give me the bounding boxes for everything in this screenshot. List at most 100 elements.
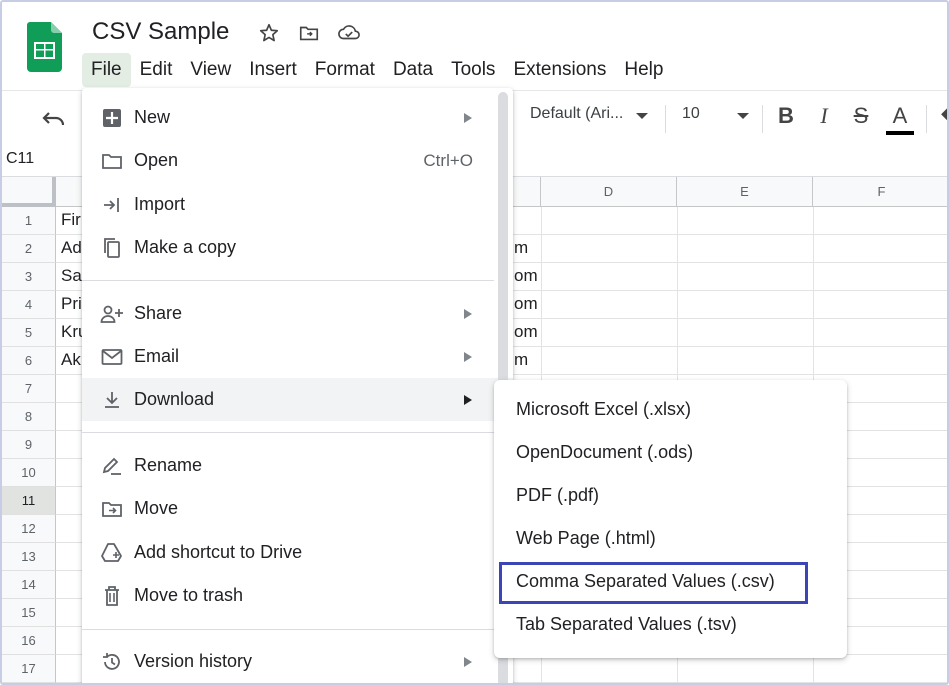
menu-item-label: Download xyxy=(134,389,215,409)
cell-a3[interactable]: Sa xyxy=(61,266,82,286)
folder-icon xyxy=(100,149,124,173)
text-color-button[interactable]: A xyxy=(886,103,914,135)
menu-item-new[interactable]: New xyxy=(82,96,513,139)
toolbar-divider xyxy=(762,105,763,133)
row-header-9[interactable]: 9 xyxy=(2,431,56,459)
font-size-dropdown-icon[interactable] xyxy=(737,113,749,119)
row-header-13[interactable]: 13 xyxy=(2,543,56,571)
menu-item-label: Move xyxy=(134,498,179,518)
row-header-10[interactable]: 10 xyxy=(2,459,56,487)
download-pdf[interactable]: PDF (.pdf) xyxy=(494,474,847,517)
submenu-item-label: Web Page (.html) xyxy=(516,528,656,548)
strikethrough-button[interactable]: S xyxy=(847,103,875,129)
menu-item-label: Email xyxy=(134,346,180,366)
document-title[interactable]: CSV Sample xyxy=(92,18,229,46)
move-folder-icon xyxy=(100,497,124,521)
star-icon[interactable] xyxy=(256,20,282,46)
menu-edit[interactable]: Edit xyxy=(131,53,182,87)
cell-c6[interactable]: m xyxy=(514,350,528,370)
row-header-3[interactable]: 3 xyxy=(2,263,56,291)
row-header-2[interactable]: 2 xyxy=(2,235,56,263)
download-submenu: Microsoft Excel (.xlsx) OpenDocument (.o… xyxy=(494,380,847,658)
cell-c3[interactable]: om xyxy=(514,266,538,286)
menu-item-rename[interactable]: Rename xyxy=(82,444,513,487)
menu-item-label: Import xyxy=(134,194,186,214)
download-html[interactable]: Web Page (.html) xyxy=(494,517,847,560)
fill-color-icon[interactable]: ◆ xyxy=(934,103,947,124)
font-dropdown-icon[interactable] xyxy=(636,113,648,119)
row-header-17[interactable]: 17 xyxy=(2,655,56,683)
submenu-arrow-icon xyxy=(464,394,472,405)
undo-icon[interactable] xyxy=(40,105,68,131)
new-sheet-icon xyxy=(100,106,124,130)
move-to-folder-icon[interactable] xyxy=(296,20,322,46)
row-header-8[interactable]: 8 xyxy=(2,403,56,431)
download-xlsx[interactable]: Microsoft Excel (.xlsx) xyxy=(494,388,847,431)
cell-c4[interactable]: om xyxy=(514,294,538,314)
cell-a2[interactable]: Ad xyxy=(61,238,82,258)
menu-insert[interactable]: Insert xyxy=(240,53,306,87)
menu-item-label: Version history xyxy=(134,651,253,671)
menu-extensions[interactable]: Extensions xyxy=(504,53,615,87)
cell-a1[interactable]: Fir xyxy=(61,210,81,230)
row-header-16[interactable]: 16 xyxy=(2,627,56,655)
row-header-11[interactable]: 11 xyxy=(2,487,56,515)
menu-item-add-shortcut[interactable]: Add shortcut to Drive xyxy=(82,531,513,574)
menu-view[interactable]: View xyxy=(181,53,240,87)
bold-button[interactable]: B xyxy=(772,103,800,129)
menu-data[interactable]: Data xyxy=(384,53,442,87)
name-box[interactable]: C11 xyxy=(6,150,34,168)
cell-c5[interactable]: om xyxy=(514,322,538,342)
menu-item-label: Make a copy xyxy=(134,237,237,257)
drive-shortcut-icon xyxy=(100,541,124,565)
menu-item-make-copy[interactable]: Make a copy xyxy=(82,226,513,269)
download-icon xyxy=(100,388,124,412)
sheets-logo-icon[interactable] xyxy=(27,22,62,72)
row-header-7[interactable]: 7 xyxy=(2,375,56,403)
submenu-item-label: Tab Separated Values (.tsv) xyxy=(516,614,737,634)
row-header-6[interactable]: 6 xyxy=(2,347,56,375)
row-header-4[interactable]: 4 xyxy=(2,291,56,319)
select-all-corner[interactable] xyxy=(2,177,56,207)
font-size-select[interactable]: 10 xyxy=(682,105,700,123)
submenu-arrow-icon xyxy=(464,656,472,667)
submenu-item-label: Microsoft Excel (.xlsx) xyxy=(516,399,692,419)
cell-a6[interactable]: Ak xyxy=(61,350,81,370)
font-family-select[interactable]: Default (Ari... xyxy=(530,105,623,123)
csv-highlight-box xyxy=(499,562,808,604)
column-header-e[interactable]: E xyxy=(677,177,813,207)
row-header-15[interactable]: 15 xyxy=(2,599,56,627)
row-header-14[interactable]: 14 xyxy=(2,571,56,599)
italic-button[interactable]: I xyxy=(810,103,838,129)
menu-item-import[interactable]: Import xyxy=(82,183,513,226)
row-header-12[interactable]: 12 xyxy=(2,515,56,543)
menu-item-download[interactable]: Download xyxy=(82,378,513,421)
cell-a4[interactable]: Pri xyxy=(61,294,82,314)
download-ods[interactable]: OpenDocument (.ods) xyxy=(494,431,847,474)
menu-item-move[interactable]: Move xyxy=(82,487,513,530)
menu-help[interactable]: Help xyxy=(615,53,672,87)
menu-tools[interactable]: Tools xyxy=(442,53,504,87)
menu-item-version-history[interactable]: Version history xyxy=(82,640,513,683)
menu-item-label: Add shortcut to Drive xyxy=(134,542,303,562)
share-person-icon xyxy=(100,302,124,326)
row-header-1[interactable]: 1 xyxy=(2,207,56,235)
menu-item-open[interactable]: Open Ctrl+O xyxy=(82,139,513,182)
menu-divider xyxy=(82,432,494,433)
email-icon xyxy=(100,345,124,369)
submenu-arrow-icon xyxy=(464,308,472,319)
menu-file[interactable]: File xyxy=(82,53,131,87)
menu-item-trash[interactable]: Move to trash xyxy=(82,574,513,617)
cell-c2[interactable]: m xyxy=(514,238,528,258)
column-header-f[interactable]: F xyxy=(813,177,947,207)
download-tsv[interactable]: Tab Separated Values (.tsv) xyxy=(494,603,847,646)
menu-item-label: Open xyxy=(134,150,179,170)
menu-item-email[interactable]: Email xyxy=(82,335,513,378)
app-window: CSV Sample File Edit View Insert Format … xyxy=(0,0,949,685)
history-clock-icon xyxy=(100,650,124,674)
row-header-5[interactable]: 5 xyxy=(2,319,56,347)
menu-item-share[interactable]: Share xyxy=(82,292,513,335)
column-header-d[interactable]: D xyxy=(541,177,677,207)
menu-format[interactable]: Format xyxy=(306,53,384,87)
cloud-status-icon[interactable] xyxy=(336,20,362,46)
